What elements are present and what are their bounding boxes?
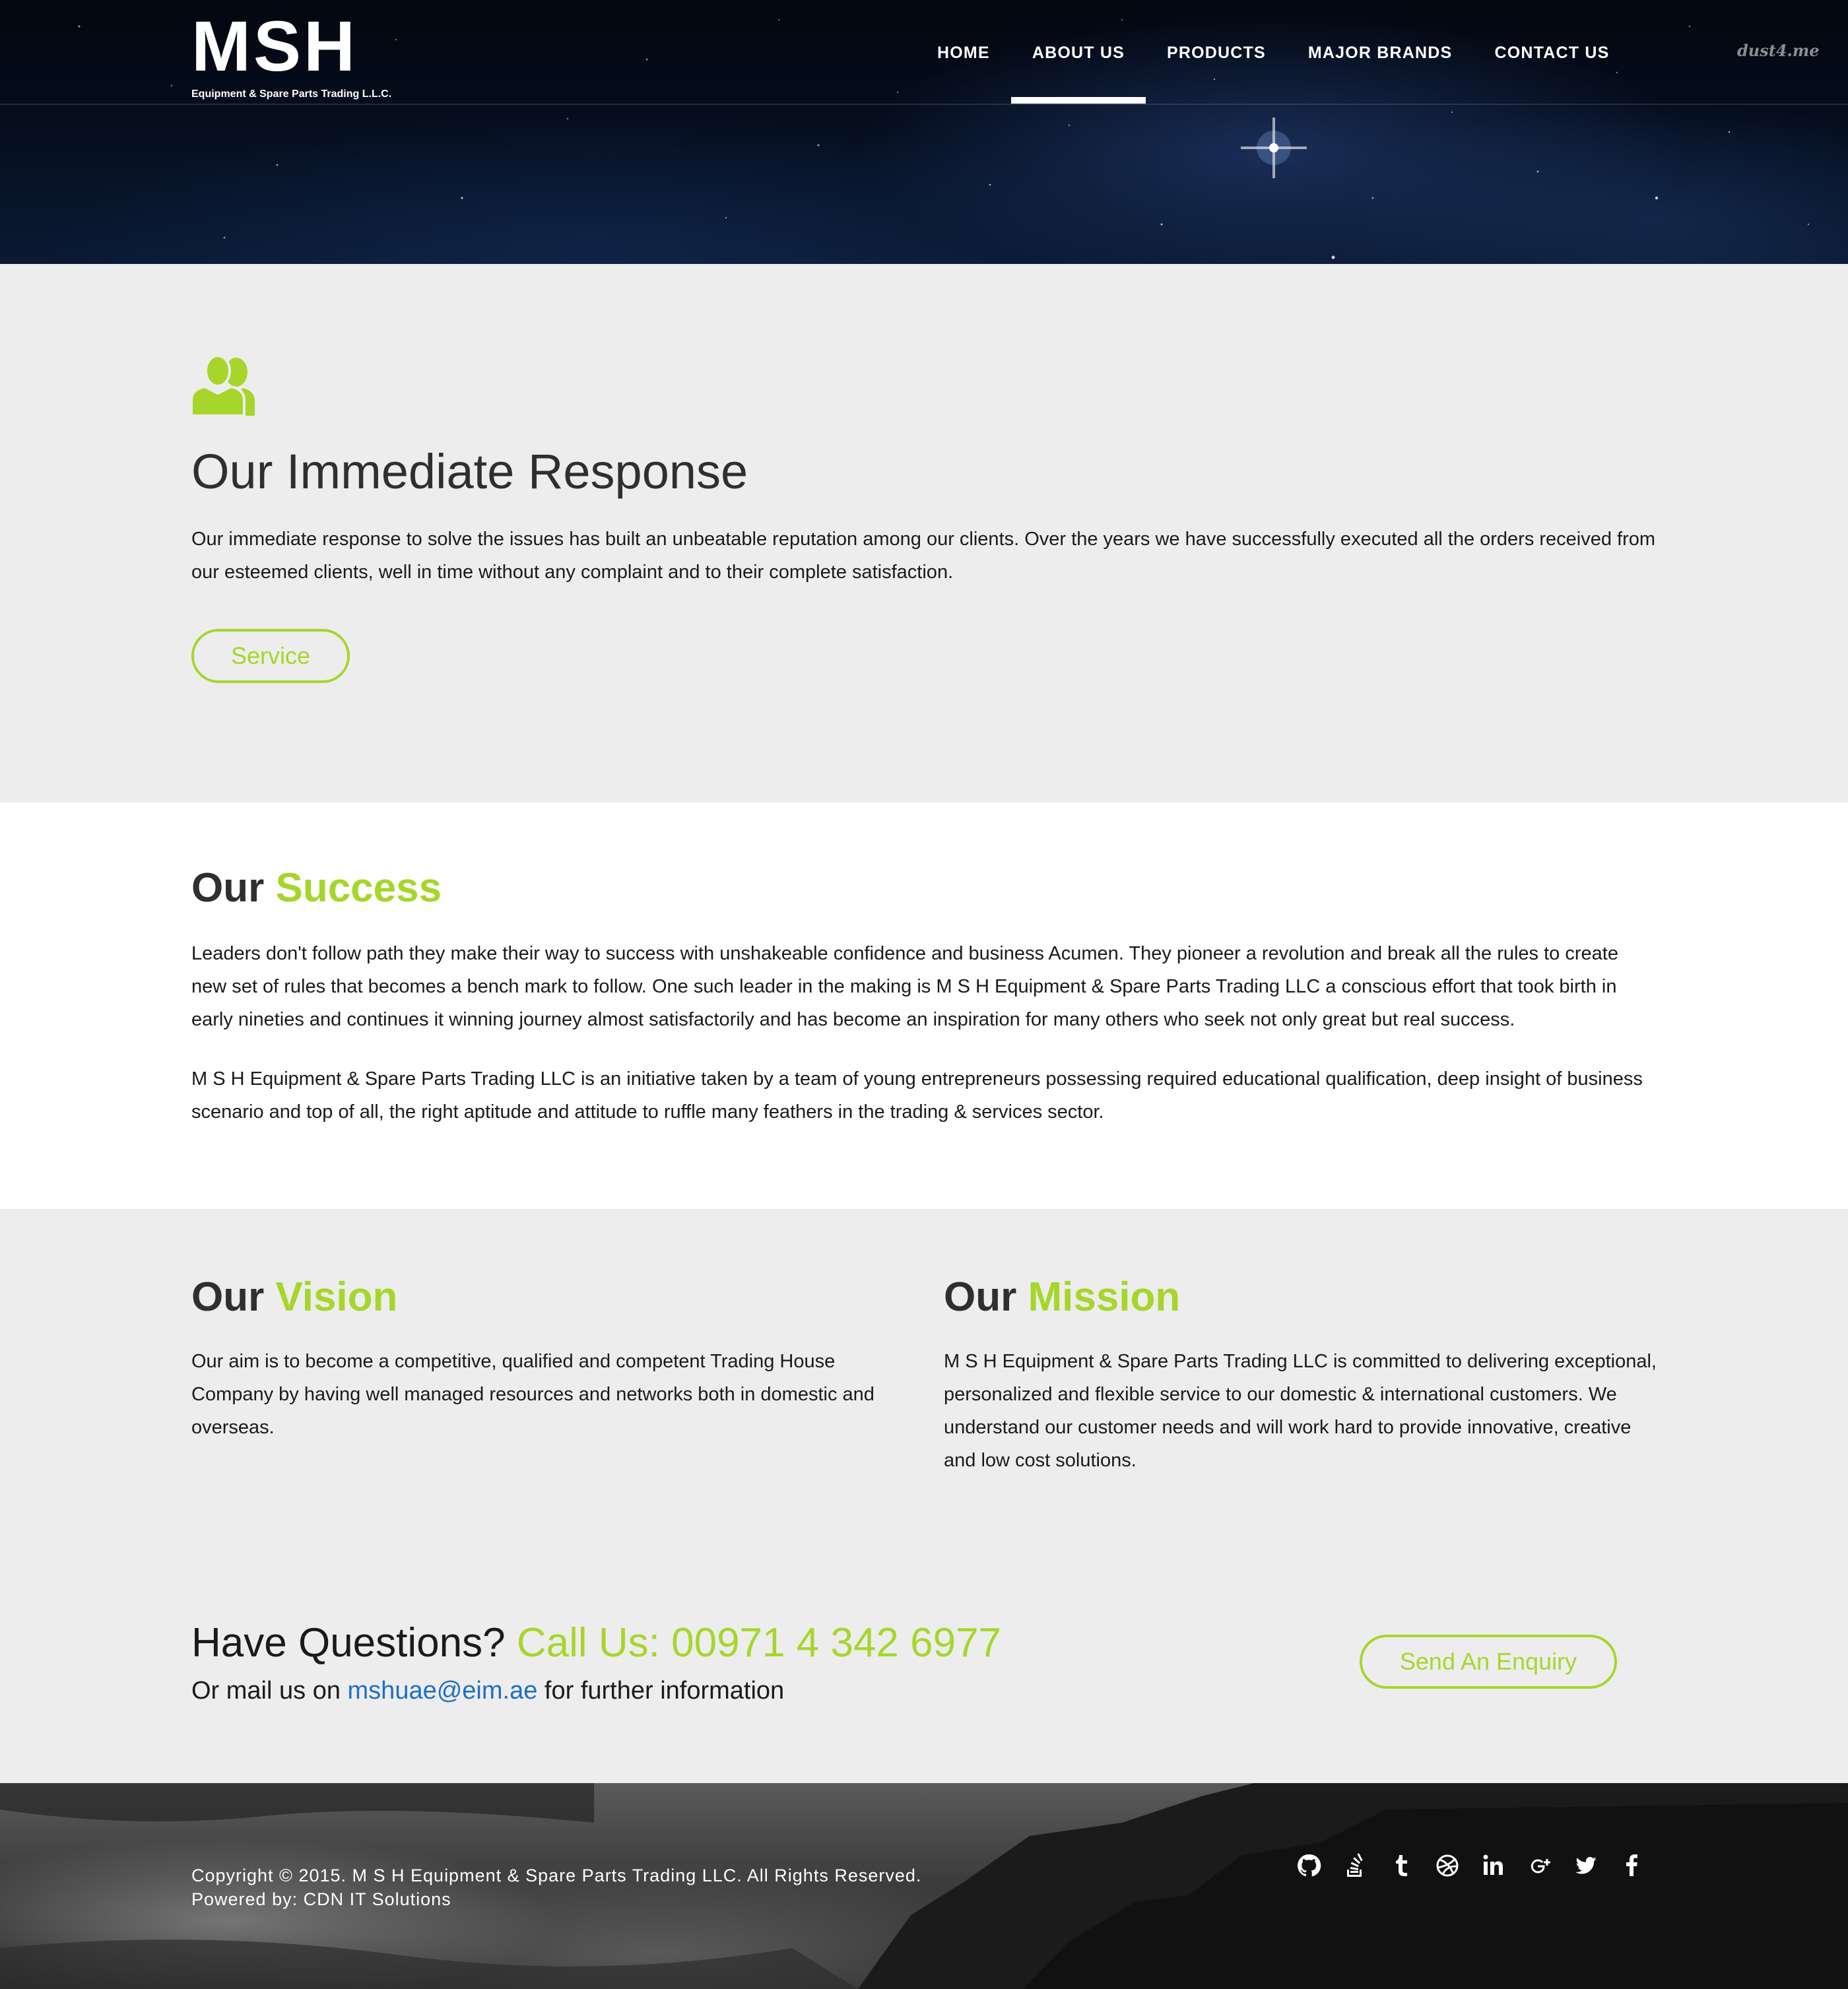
mail-suffix: for further information <box>544 1677 785 1705</box>
mail-line: Or mail us on mshuae@eim.ae for further … <box>191 1674 784 1708</box>
mission-title: Our Mission <box>944 1272 1180 1322</box>
google-plus-icon[interactable] <box>1525 1850 1555 1881</box>
powered-by-text: Powered by: CDN IT Solutions <box>191 1889 451 1909</box>
nav-contact-us[interactable]: CONTACT US <box>1473 40 1630 66</box>
site-footer: Copyright © 2015. M S H Equipment & Spar… <box>0 1783 1848 1989</box>
github-icon[interactable] <box>1294 1850 1324 1881</box>
logo-tagline: Equipment & Spare Parts Trading L.L.C. <box>191 88 392 100</box>
nav-products[interactable]: PRODUCTS <box>1146 40 1287 66</box>
vision-text: Our aim is to become a competitive, qual… <box>191 1351 874 1438</box>
hero-header: MSH Equipment & Spare Parts Trading L.L.… <box>0 0 1848 264</box>
nav-major-brands[interactable]: MAJOR BRANDS <box>1287 40 1474 66</box>
company-logo[interactable]: MSH Equipment & Spare Parts Trading L.L.… <box>191 6 391 100</box>
vision-title-prefix: Our <box>191 1274 265 1320</box>
success-section: Our Success Leaders don't follow path th… <box>0 802 1848 1209</box>
dribbble-icon[interactable] <box>1432 1850 1463 1881</box>
footer-copyright: Copyright © 2015. M S H Equipment & Spar… <box>191 1864 921 1911</box>
email-link[interactable]: mshuae@eim.ae <box>348 1677 538 1705</box>
users-icon <box>191 355 255 416</box>
success-title-highlight: Success <box>275 865 442 911</box>
main-nav: HOME ABOUT US PRODUCTS MAJOR BRANDS CONT… <box>916 40 1630 104</box>
immediate-response-section: Our Immediate Response Our immediate res… <box>0 264 1848 802</box>
success-title-prefix: Our <box>191 865 265 911</box>
logo-wordmark: MSH <box>191 6 358 86</box>
linkedin-icon[interactable] <box>1478 1850 1509 1881</box>
success-title: Our Success <box>191 863 442 913</box>
mission-text: M S H Equipment & Spare Parts Trading LL… <box>944 1351 1657 1471</box>
copyright-text: Copyright © 2015. M S H Equipment & Spar… <box>191 1866 922 1885</box>
service-button[interactable]: Service <box>191 629 350 683</box>
questions-heading: Have Questions? Call Us: 00971 4 342 697… <box>191 1618 1001 1668</box>
nav-about-us[interactable]: ABOUT US <box>1010 40 1146 104</box>
questions-label: Have Questions? <box>191 1620 506 1666</box>
twitter-icon[interactable] <box>1571 1850 1601 1881</box>
mission-title-highlight: Mission <box>1028 1274 1181 1320</box>
dust-watermark-link[interactable]: dust4.me <box>1737 41 1820 60</box>
facebook-icon[interactable] <box>1617 1850 1647 1881</box>
nav-home[interactable]: HOME <box>916 40 1011 66</box>
mission-title-prefix: Our <box>944 1274 1017 1320</box>
success-paragraph-1: Leaders don't follow path they make thei… <box>191 943 1618 1030</box>
vision-title: Our Vision <box>191 1272 397 1322</box>
response-title: Our Immediate Response <box>191 444 748 499</box>
social-links <box>1294 1850 1663 1881</box>
vision-title-highlight: Vision <box>275 1274 398 1320</box>
success-paragraph-2: M S H Equipment & Spare Parts Trading LL… <box>191 1068 1643 1123</box>
call-us-phone[interactable]: Call Us: 00971 4 342 6977 <box>517 1620 1001 1666</box>
send-enquiry-button[interactable]: Send An Enquiry <box>1360 1635 1617 1689</box>
mail-prefix: Or mail us on <box>191 1677 341 1705</box>
vision-mission-section: Our Vision Our aim is to become a compet… <box>0 1209 1848 1783</box>
response-text: Our immediate response to solve the issu… <box>191 529 1656 583</box>
header-divider <box>0 104 1848 105</box>
tumblr-icon[interactable] <box>1386 1850 1416 1881</box>
stackoverflow-icon[interactable] <box>1340 1850 1370 1881</box>
